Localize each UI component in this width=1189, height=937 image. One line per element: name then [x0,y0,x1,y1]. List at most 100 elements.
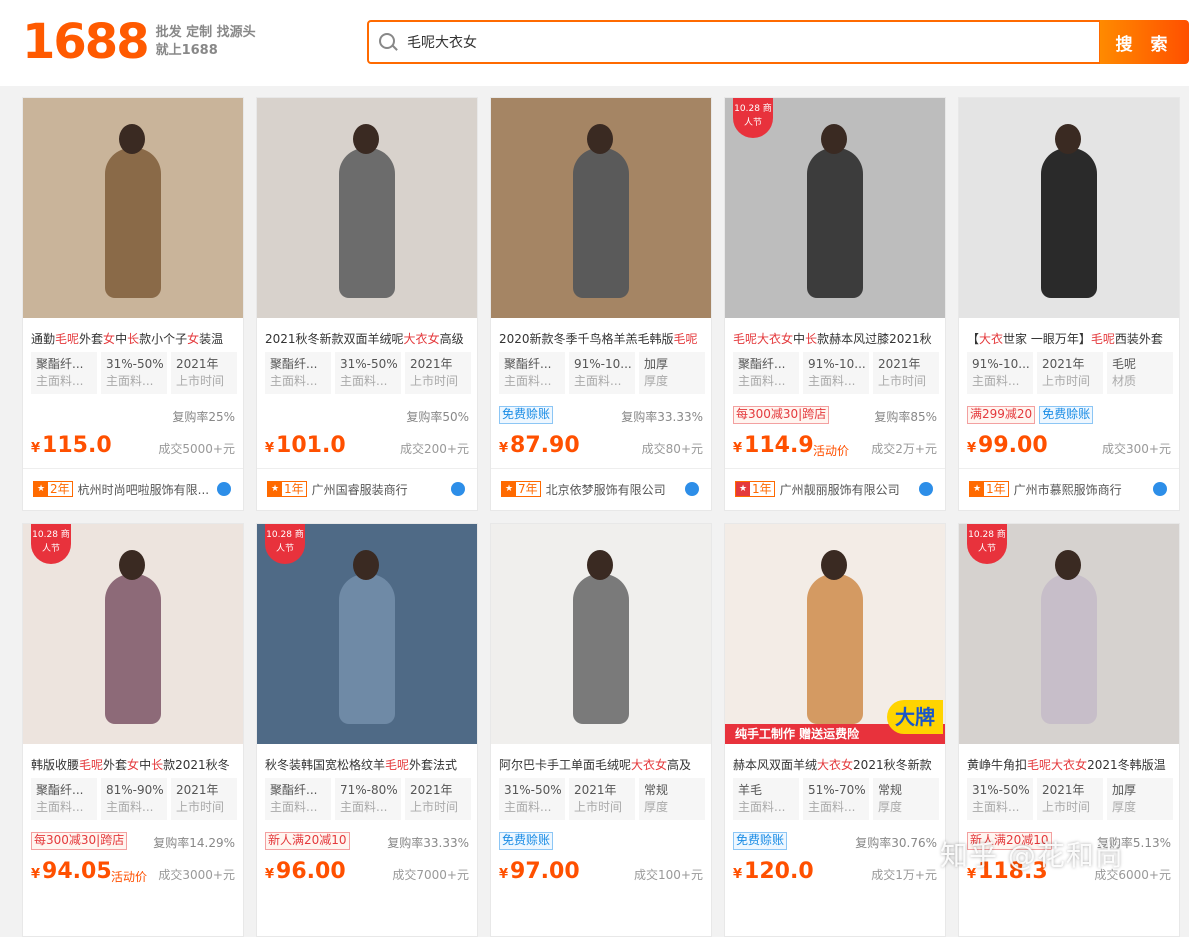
product-card[interactable]: 通勤毛呢外套女中长款小个子女装温 聚酯纤... 主面料... 31%-50% 主面料..… [22,97,244,511]
promo-tags: 满299减20 免费赊账 [967,406,1094,424]
attribute-key: 上市时间 [410,800,459,814]
product-title[interactable]: 【大衣世家 一眼万年】毛呢西装外套 [967,330,1173,350]
attribute-item: 71%-80% 主面料... [335,778,401,820]
attribute-item: 聚酯纤... 主面料... [733,352,799,394]
shop-name[interactable]: 广州靓丽服饰有限公司 [780,481,914,498]
model-figure [573,148,629,298]
seller-years: 7年 [518,482,538,496]
shop-name[interactable]: 广州国睿服装商行 [312,481,446,498]
attribute-value: 聚酯纤... [270,357,318,371]
chat-icon[interactable] [1153,482,1167,496]
attribute-item: 91%-10... 主面料... [967,352,1033,394]
model-figure [807,148,863,298]
search-input[interactable]: 毛呢大衣女 [367,20,1101,64]
seller-row[interactable]: ★ 1年 广州国睿服装商行 [257,468,477,509]
product-card[interactable]: 10.28 商人节 韩版收腰毛呢外套女中长款2021秋冬 聚酯纤... 主面料... 8… [22,523,244,937]
product-card[interactable]: 2021秋冬新款双面羊绒呢大衣女高级 聚酯纤... 主面料... 31%-50% 主面料… [256,97,478,511]
model-figure [807,574,863,724]
seller-years: 1年 [284,482,304,496]
attribute-item: 31%-50% 主面料... [101,352,167,394]
attribute-value: 加厚 [644,357,669,371]
seller-row[interactable]: ★ 1年 广州市慕熙服饰商行 [959,468,1179,509]
attribute-value: 91%-10... [574,357,632,371]
attribute-item: 聚酯纤... 主面料... [265,778,331,820]
attribute-key: 主面料... [340,800,388,814]
attribute-value: 81%-90% [106,783,164,797]
chat-icon[interactable] [451,482,465,496]
chat-icon[interactable] [217,482,231,496]
product-title[interactable]: 秋冬装韩国宽松格纹羊毛呢外套法式 [265,756,471,776]
logo[interactable]: 1688 批发 定制 找源头 就上1688 [22,14,256,70]
product-image[interactable] [491,98,711,318]
product-image[interactable] [23,98,243,318]
shop-name[interactable]: 杭州时尚吧啦服饰有限... [78,481,212,498]
product-title[interactable]: 赫本风双面羊绒大衣女2021秋冬新款 [733,756,939,776]
product-card[interactable]: 【大衣世家 一眼万年】毛呢西装外套 91%-10... 主面料... 2021年 上市时… [958,97,1180,511]
product-card[interactable]: 纯手工制作 赠送运费险 大牌 赫本风双面羊绒大衣女2021秋冬新款 羊毛 主面料... 5… [724,523,946,937]
model-head [1055,550,1081,580]
product-image[interactable]: 纯手工制作 赠送运费险 大牌 [725,524,945,744]
model-figure [1041,148,1097,298]
watermark: 知乎 @花和尚 [940,839,1124,872]
attribute-key: 主面料... [270,374,318,388]
deal-volume: 成交5000+元 [158,442,235,456]
product-card[interactable]: 10.28 商人节 秋冬装韩国宽松格纹羊毛呢外套法式 聚酯纤... 主面料... 71%… [256,523,478,937]
attribute-value: 聚酯纤... [504,357,552,371]
product-card[interactable]: 阿尔巴卡手工单面毛绒呢大衣女高及 31%-50% 主面料... 2021年 上市时间 常规… [490,523,712,937]
shop-name[interactable]: 北京依梦服饰有限公司 [546,481,680,498]
attribute-item: 常规 厚度 [639,778,705,820]
product-card[interactable]: 10.28 商人节 毛呢大衣女中长款赫本风过膝2021秋 聚酯纤... 主面料... 9… [724,97,946,511]
attribute-item: 毛呢 材质 [1107,352,1173,394]
chat-icon[interactable] [919,482,933,496]
product-title[interactable]: 通勤毛呢外套女中长款小个子女装温 [31,330,237,350]
seller-row[interactable]: ★ 2年 杭州时尚吧啦服饰有限... [23,468,243,509]
product-title[interactable]: 2021秋冬新款双面羊绒呢大衣女高级 [265,330,471,350]
attribute-value: 常规 [878,783,903,797]
attribute-item: 常规 厚度 [873,778,939,820]
currency-symbol: ¥ [499,441,509,456]
repurchase-rate: 复购率33.33% [621,410,703,424]
model-head [353,124,379,154]
attribute-key: 主面料... [270,800,318,814]
search-button[interactable]: 搜 索 [1100,20,1189,64]
slogan-line-1: 批发 定制 找源头 [155,25,256,40]
price-value: 87.90 [510,433,580,458]
attribute-key: 主面料... [738,800,786,814]
seller-row[interactable]: ★ 7年 北京依梦服饰有限公司 [491,468,711,509]
attribute-key: 主面料... [574,374,622,388]
product-title[interactable]: 2020新款冬季千鸟格羊羔毛韩版毛呢 [499,330,705,350]
product-image[interactable] [257,98,477,318]
chat-icon[interactable] [685,482,699,496]
product-card[interactable]: 10.28 商人节黄峥牛角扣毛呢大衣女2021冬韩版温 31%-50% 主面料...… [958,523,1180,937]
product-image[interactable]: 10.28 商人节 [959,524,1179,744]
price-value: 97.00 [510,859,580,884]
product-title[interactable]: 毛呢大衣女中长款赫本风过膝2021秋 [733,330,939,350]
attribute-value: 31%-50% [504,783,562,797]
price-value: 94.05 [42,859,112,884]
price-value: 101.0 [276,433,346,458]
product-image[interactable]: 10.28 商人节 [257,524,477,744]
product-image[interactable] [491,524,711,744]
attribute-list: 31%-50% 主面料... 2021年 上市时间 加厚 厚度 [967,778,1173,820]
shop-name[interactable]: 广州市慕熙服饰商行 [1014,481,1148,498]
attribute-value: 71%-80% [340,783,398,797]
product-title[interactable]: 黄峥牛角扣毛呢大衣女2021冬韩版温 [967,756,1173,776]
activity-price-label: 活动价 [813,444,850,458]
currency-symbol: ¥ [31,867,41,882]
attribute-key: 材质 [1112,374,1137,388]
promo-tags: 新人满20减10 [265,832,350,850]
product-card[interactable]: 2020新款冬季千鸟格羊羔毛韩版毛呢 聚酯纤... 主面料... 91%-10... 主… [490,97,712,511]
attribute-key: 主面料... [106,374,154,388]
model-figure [573,574,629,724]
attribute-value: 聚酯纤... [36,783,84,797]
seller-row[interactable]: ★ 1年 广州靓丽服饰有限公司 [725,468,945,509]
attribute-item: 31%-50% 主面料... [967,778,1033,820]
product-image[interactable]: 10.28 商人节 [23,524,243,744]
product-image[interactable] [959,98,1179,318]
currency-symbol: ¥ [499,867,509,882]
product-price: ¥114.9 [733,432,814,463]
product-title[interactable]: 韩版收腰毛呢外套女中长款2021秋冬 [31,756,237,776]
attribute-key: 主面料... [504,800,552,814]
product-image[interactable]: 10.28 商人节 [725,98,945,318]
product-title[interactable]: 阿尔巴卡手工单面毛绒呢大衣女高及 [499,756,705,776]
